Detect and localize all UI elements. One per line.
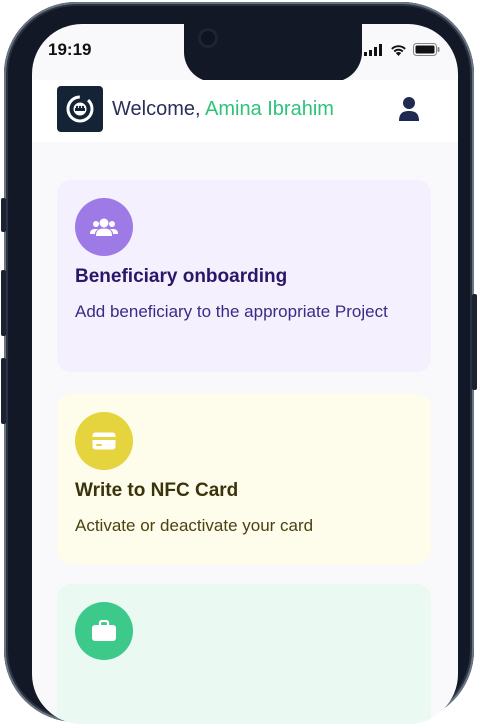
phone-frame: 19:19 Welcome, Amina Ibrahim Beneficiary… xyxy=(1,2,477,724)
battery-icon xyxy=(413,43,440,56)
user-name: Amina Ibrahim xyxy=(205,98,334,120)
front-camera xyxy=(198,28,218,48)
wifi-icon xyxy=(391,44,406,56)
status-time: 19:19 xyxy=(48,40,92,59)
card-description: Activate or deactivate your card xyxy=(75,516,314,535)
volume-down-button xyxy=(1,358,6,424)
card-title: Write to NFC Card xyxy=(75,480,239,501)
welcome-message: Welcome, Amina Ibrahim xyxy=(112,98,334,121)
profile-button[interactable] xyxy=(398,96,420,122)
volume-up-button xyxy=(1,270,6,336)
card-description: Add beneficiary to the appropriate Proje… xyxy=(75,302,388,321)
briefcase-icon xyxy=(92,620,116,641)
user-profile-icon xyxy=(399,97,419,121)
app-screen: 19:19 Welcome, Amina Ibrahim Beneficiary… xyxy=(32,24,458,724)
welcome-label: Welcome, xyxy=(112,98,201,120)
power-button xyxy=(472,294,477,390)
icon-badge xyxy=(75,412,133,470)
card-title: Beneficiary onboarding xyxy=(75,266,288,287)
app-logo xyxy=(57,86,103,132)
beneficiary-onboarding-card[interactable]: Beneficiary onboarding Add beneficiary t… xyxy=(57,180,431,372)
phone-notch xyxy=(184,24,362,82)
card-icon xyxy=(92,432,116,450)
logo-icon xyxy=(66,95,94,123)
mute-switch xyxy=(1,198,6,232)
signal-icon xyxy=(364,43,382,56)
users-icon xyxy=(90,218,118,236)
app-header: Welcome, Amina Ibrahim xyxy=(32,80,458,142)
third-action-card[interactable] xyxy=(57,584,431,724)
write-nfc-card[interactable]: Write to NFC Card Activate or deactivate… xyxy=(57,394,431,564)
status-icons xyxy=(364,43,440,56)
icon-badge xyxy=(75,602,133,660)
icon-badge xyxy=(75,198,133,256)
